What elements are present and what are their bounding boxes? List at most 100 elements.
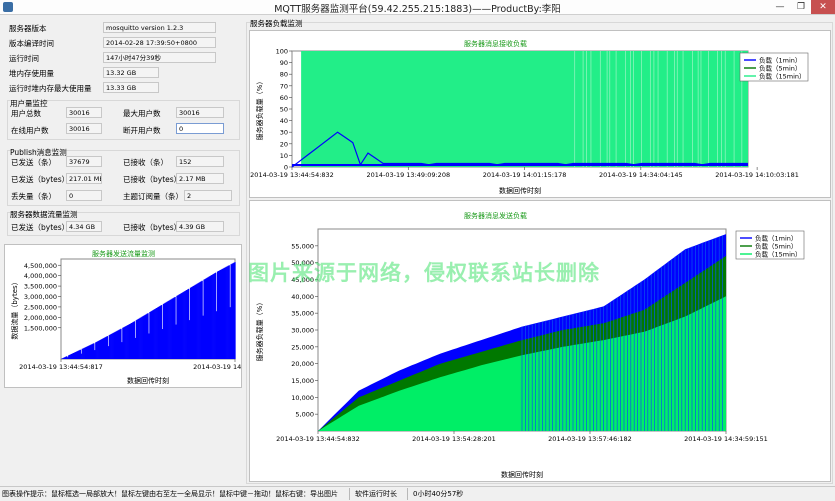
x-tick-label: 2014-03-19 13:44:54:832	[250, 171, 334, 179]
publish-sent-bytes-label: 已发送（bytes）	[11, 175, 70, 184]
x-tick-label: 2014-03-19 14:34:59:151	[684, 435, 768, 443]
traffic-recv-label: 已接收（bytes）	[123, 223, 182, 232]
version-field: mosquitto version 1.2.3	[103, 22, 216, 33]
window-title: MQTT服务器监测平台(59.42.255.215:1883)——Product…	[274, 4, 561, 15]
user-online-label: 在线用户数	[11, 126, 49, 135]
y-tick-label: 70	[280, 82, 288, 90]
heap-max-label: 运行时堆内存最大使用量	[9, 84, 92, 93]
send-load-chart-panel[interactable]: 服务器消息发送负载 5,000 10,000 15,000 20,000 25,000 3…	[249, 200, 831, 482]
y-tick-label: 80	[280, 71, 288, 79]
x-tick-label: 2014-03-19 13:49:09:208	[366, 171, 450, 179]
y-tick-label: 100	[276, 48, 288, 56]
title-bar: MQTT服务器监测平台(59.42.255.215:1883)——Product…	[0, 0, 835, 15]
y-tick-label: 50	[280, 106, 288, 114]
y-tick-label: 40,000	[291, 293, 314, 301]
user-online-field: 30016	[66, 123, 102, 134]
receive-load-chart-panel[interactable]: 服务器消息接收负载 0 10 20 30 40 50 60 70 80 90 100 2014-03-…	[249, 30, 831, 198]
load-monitor-title: 服务器负载监测	[250, 19, 303, 28]
runtime-value: 0小时40分57秒	[413, 490, 464, 498]
heap-field: 13.32 GB	[103, 67, 159, 78]
status-bar: 图表操作提示：鼠标框选一局部放大！鼠标左键由右至左一全局显示！鼠标中键－拖动！鼠…	[0, 486, 835, 501]
y-tick-label: 10,000	[291, 394, 314, 402]
build-time-label: 版本编译时间	[9, 39, 54, 48]
y-tick-label: 4,000,000	[24, 272, 57, 280]
chart-svg: 5,000 10,000 15,000 20,000 25,000 30,000 35,00…	[255, 228, 805, 479]
x-axis-label: 数据回传时刻	[499, 186, 541, 195]
publish-topics-label: 主题订阅量（条）	[123, 192, 183, 201]
legend-label: 负载（1min）	[759, 56, 801, 65]
uptime-label: 运行时间	[9, 54, 39, 63]
y-tick-label: 25,000	[291, 343, 314, 351]
y-tick-label: 2,500,000	[24, 303, 57, 311]
status-hint: 图表操作提示：鼠标框选一局部放大！鼠标左键由右至左一全局显示！鼠标中键－拖动！鼠…	[2, 490, 338, 498]
y-axis-label: 服务器负载量（%）	[255, 299, 264, 362]
x-tick-label: 2014-03-19 14:34:04:145	[599, 171, 683, 179]
y-tick-label: 20	[280, 140, 288, 148]
publish-recv-label: 已接收（条）	[123, 158, 168, 167]
heap-label: 堆内存使用量	[9, 69, 54, 78]
chart-svg: 1,500,000 2,000,000 2,500,000 3,000,000 3,50…	[10, 258, 241, 385]
x-tick-label: 2014-03-19 13:54:28:201	[412, 435, 496, 443]
y-tick-label: 55,000	[291, 242, 314, 250]
user-total-field: 30016	[66, 107, 102, 118]
chart-svg: 01020304050607080901002014-03-19 13:44:5…	[250, 48, 809, 195]
y-tick-label: 15,000	[291, 377, 314, 385]
traffic-monitor-title: 服务器数据流量监测	[10, 210, 78, 219]
traffic-sent-field: 4.34 GB	[66, 221, 102, 232]
build-time-field: 2014-02-28 17:39:50+0800	[103, 37, 216, 48]
y-tick-label: 5,000	[295, 411, 314, 419]
user-offline-field[interactable]: 0	[176, 123, 224, 134]
close-button[interactable]: ✕	[811, 0, 835, 14]
publish-recv-bytes-field: 2.17 MB	[176, 173, 224, 184]
legend-label: 负载（15min）	[759, 72, 806, 81]
publish-sent-bytes-field: 217.01 MB	[66, 173, 102, 184]
series-area	[301, 51, 748, 167]
legend-label: 负载（1min）	[755, 234, 797, 243]
legend-label: 负载（5min）	[759, 64, 801, 73]
user-total-label: 用户总数	[11, 109, 41, 118]
x-tick-label: 2014-03-19 13:44:54:832	[276, 435, 360, 443]
y-tick-label: 35,000	[291, 310, 314, 318]
traffic-recv-field: 4.39 GB	[176, 221, 224, 232]
publish-dropped-label: 丢失量（条）	[11, 192, 56, 201]
heap-max-field: 13.33 GB	[103, 82, 159, 93]
y-tick-label: 2,000,000	[24, 314, 57, 322]
x-tick-label: 2014-03-19 13:57:46:182	[548, 435, 632, 443]
y-tick-label: 60	[280, 94, 288, 102]
publish-dropped-field: 0	[66, 190, 102, 201]
traffic-sent-label: 已发送（bytes）	[11, 223, 70, 232]
restore-button[interactable]: ❐	[791, 0, 811, 14]
status-separator	[407, 488, 408, 500]
publish-topics-field: 2	[184, 190, 232, 201]
legend-label: 负载（15min）	[755, 250, 802, 259]
y-tick-label: 1,500,000	[24, 324, 57, 332]
user-max-field: 30016	[176, 107, 224, 118]
y-tick-label: 3,500,000	[24, 283, 57, 291]
y-tick-label: 20,000	[291, 360, 314, 368]
publish-recv-bytes-label: 已接收（bytes）	[123, 175, 182, 184]
x-tick-label: 2014-03-19 14:01:15:178	[483, 171, 567, 179]
publish-recv-field: 152	[176, 156, 224, 167]
minimize-button[interactable]: —	[769, 0, 791, 14]
x-tick-label: 2014-03-19 14:10:03:181	[715, 171, 799, 179]
y-tick-label: 90	[280, 59, 288, 67]
runtime-label: 软件运行时长	[355, 490, 397, 498]
y-tick-label: 10	[280, 152, 288, 160]
publish-sent-field: 37679	[66, 156, 102, 167]
user-offline-label: 断开用户数	[123, 126, 161, 135]
x-axis-label: 数据回传时刻	[127, 376, 169, 385]
y-axis-label: 数据流量（bytes）	[10, 278, 19, 339]
status-separator	[349, 488, 350, 500]
y-tick-label: 30,000	[291, 327, 314, 335]
x-axis-label: 数据回传时刻	[501, 470, 543, 479]
y-tick-label: 40	[280, 117, 288, 125]
y-axis-label: 服务器负载量（%）	[255, 78, 264, 141]
y-tick-label: 30	[280, 129, 288, 137]
x-tick-label: 2014-03-19 14:54:54:817	[193, 363, 241, 371]
publish-sent-label: 已发送（条）	[11, 158, 56, 167]
user-max-label: 最大用户数	[123, 109, 161, 118]
traffic-chart-panel[interactable]: 服务器发送流量监测 1,500,000 2,000,000 2,500,000 3,0…	[4, 244, 242, 388]
uptime-field: 147小时47分39秒	[103, 52, 216, 63]
x-tick-label: 2014-03-19 13:44:54:817	[19, 363, 103, 371]
y-tick-label: 4,500,000	[24, 262, 57, 270]
